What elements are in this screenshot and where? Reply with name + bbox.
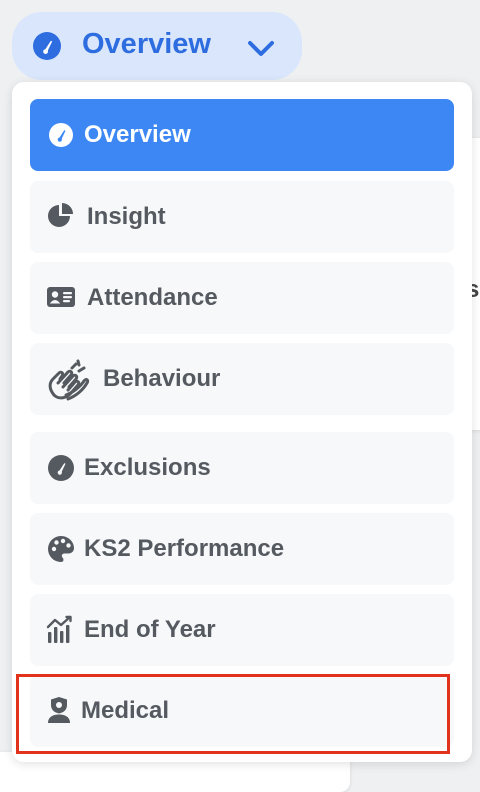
clapping-hands-icon bbox=[48, 359, 90, 401]
palette-icon bbox=[48, 536, 74, 562]
menu-item-attendance[interactable]: Attendance bbox=[30, 262, 454, 334]
menu-item-behaviour[interactable]: Behaviour bbox=[30, 343, 454, 415]
menu-item-label: Overview bbox=[84, 121, 191, 148]
menu-item-end-of-year[interactable]: End of Year bbox=[30, 594, 454, 666]
user-shield-icon bbox=[48, 697, 70, 723]
gauge-icon bbox=[33, 32, 61, 60]
gauge-icon bbox=[49, 123, 73, 147]
dropdown-current-label: Overview bbox=[82, 28, 211, 60]
section-dropdown-menu: Overview Insight Attendance Behaviour Ex… bbox=[12, 82, 472, 762]
menu-item-label: Behaviour bbox=[103, 365, 221, 392]
menu-item-label: Exclusions bbox=[84, 454, 211, 481]
menu-item-overview[interactable]: Overview bbox=[30, 99, 454, 171]
menu-item-label: Insight bbox=[87, 203, 166, 230]
menu-item-label: Attendance bbox=[87, 284, 218, 311]
gauge-icon bbox=[48, 455, 74, 481]
menu-item-medical[interactable]: Medical bbox=[30, 675, 454, 747]
section-dropdown-trigger[interactable]: Overview bbox=[12, 12, 302, 80]
menu-item-label: KS2 Performance bbox=[84, 535, 285, 562]
menu-item-label: Medical bbox=[81, 697, 170, 724]
menu-item-ks2-performance[interactable]: KS2 Performance bbox=[30, 513, 454, 585]
menu-item-exclusions[interactable]: Exclusions bbox=[30, 432, 454, 504]
bar-chart-trend-icon bbox=[46, 615, 72, 643]
id-card-icon bbox=[47, 287, 75, 307]
menu-item-insight[interactable]: Insight bbox=[30, 181, 454, 253]
menu-item-label: End of Year bbox=[84, 616, 216, 643]
pie-chart-icon bbox=[48, 203, 73, 227]
chevron-down-icon bbox=[248, 41, 274, 56]
